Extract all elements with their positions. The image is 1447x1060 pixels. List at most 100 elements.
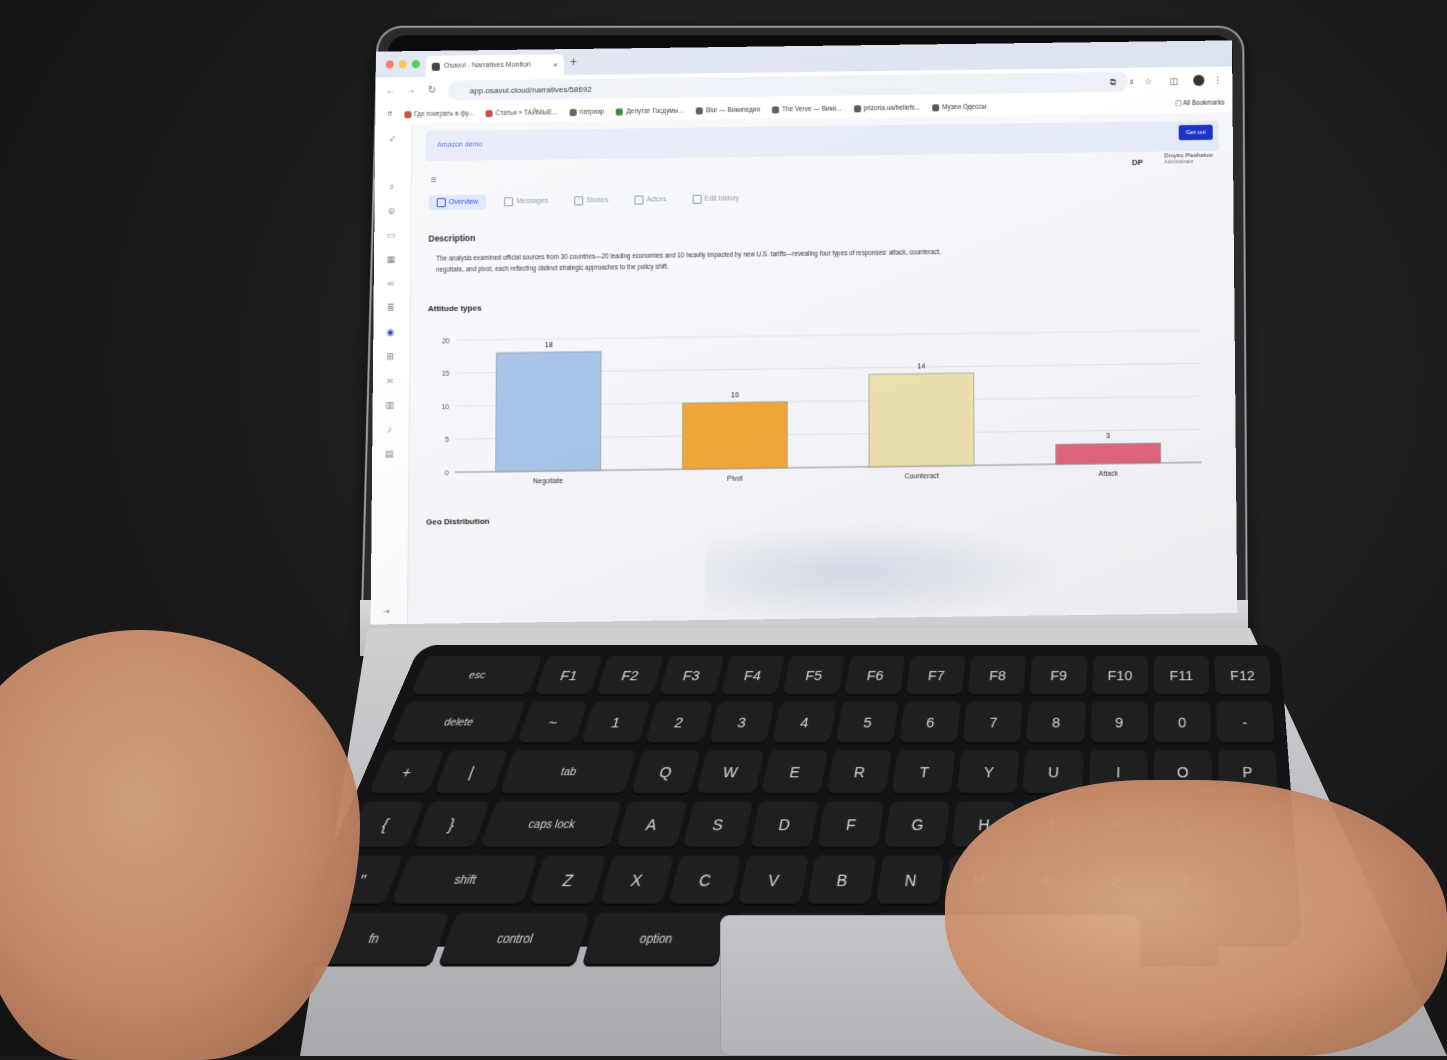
key[interactable]: } xyxy=(412,801,491,849)
filters-icon[interactable]: ≍ xyxy=(385,375,395,385)
key[interactable]: option xyxy=(581,912,729,967)
grid-icon[interactable]: ⊞ xyxy=(385,351,395,361)
key[interactable]: F5 xyxy=(781,655,846,696)
key[interactable]: E xyxy=(760,750,828,795)
browser-menu-icon[interactable]: ⋮ xyxy=(1213,76,1222,87)
key[interactable]: A xyxy=(614,801,688,849)
bookmark-star-icon[interactable]: ☆ xyxy=(1144,76,1152,87)
link-icon[interactable]: ∞ xyxy=(386,278,396,288)
key[interactable]: esc xyxy=(410,655,543,696)
bookmark-item[interactable]: Депутат Госдумы... xyxy=(616,107,684,116)
forward-arrow-icon[interactable]: → xyxy=(406,85,416,96)
key[interactable]: F xyxy=(816,801,885,849)
back-arrow-icon[interactable]: ← xyxy=(386,85,396,96)
bookmark-item[interactable]: Музеи Одессы xyxy=(932,103,986,111)
install-icon[interactable]: ⧉ xyxy=(1110,77,1117,88)
bookmark-item[interactable]: The Verve — Вики... xyxy=(771,105,842,113)
key[interactable]: F3 xyxy=(658,655,725,696)
key[interactable]: tab xyxy=(499,750,637,795)
new-tab-button[interactable]: + xyxy=(570,55,577,69)
key[interactable]: 9 xyxy=(1090,701,1148,745)
get-out-button[interactable]: Get out xyxy=(1178,124,1213,141)
key[interactable]: 1 xyxy=(580,701,651,745)
key[interactable]: caps lock xyxy=(479,801,622,849)
dashboard-icon[interactable]: ▦ xyxy=(386,254,396,264)
key[interactable]: 0 xyxy=(1153,701,1212,745)
profile-avatar[interactable] xyxy=(1193,74,1205,86)
bookmark-item[interactable]: патриар xyxy=(569,108,604,116)
zoom-icon[interactable]: ⌕ xyxy=(1129,77,1134,88)
banner-title: Amazon demo xyxy=(437,141,483,149)
tab-messages[interactable]: Messages xyxy=(496,194,556,210)
key[interactable]: | xyxy=(433,750,509,795)
key[interactable]: F10 xyxy=(1091,655,1148,696)
key[interactable]: N xyxy=(876,855,945,906)
key[interactable]: V xyxy=(737,855,809,906)
key[interactable]: F7 xyxy=(905,655,967,696)
key[interactable]: ~ xyxy=(517,701,589,745)
bar-negotiate xyxy=(496,351,601,471)
key[interactable]: F1 xyxy=(534,655,603,696)
key[interactable]: 2 xyxy=(644,701,713,745)
reports-icon[interactable]: ▤ xyxy=(384,448,394,459)
key[interactable]: delete xyxy=(389,701,526,745)
key[interactable]: B xyxy=(806,855,877,906)
database-icon[interactable]: ≣ xyxy=(386,302,396,313)
key[interactable]: 6 xyxy=(899,701,962,745)
key[interactable]: D xyxy=(749,801,819,849)
key[interactable]: Y xyxy=(957,750,1020,795)
extensions-icon[interactable]: ◫ xyxy=(1170,76,1179,87)
key[interactable]: control xyxy=(438,912,590,967)
key[interactable]: + xyxy=(368,750,445,795)
messages-icon[interactable]: ▭ xyxy=(386,229,396,240)
bookmark-item[interactable]: Где поиграть в фу... xyxy=(404,110,474,118)
narratives-icon[interactable]: ⊚ xyxy=(386,205,396,216)
tab-stories[interactable]: Stories xyxy=(566,193,616,209)
apps-grid-icon[interactable]: ⠿ xyxy=(387,110,392,118)
narratives-active-icon[interactable]: ◉ xyxy=(385,326,395,337)
key[interactable]: - xyxy=(1215,701,1275,745)
key[interactable]: T xyxy=(891,750,956,795)
key[interactable]: W xyxy=(695,750,765,795)
key[interactable]: S xyxy=(682,801,753,849)
key[interactable]: C xyxy=(667,855,742,906)
key[interactable]: Q xyxy=(629,750,701,795)
maximize-window-dot[interactable] xyxy=(411,60,420,69)
key[interactable]: Z xyxy=(529,855,607,906)
key[interactable]: F6 xyxy=(843,655,906,696)
alerts-icon[interactable]: ♪ xyxy=(384,424,394,434)
key[interactable]: 7 xyxy=(962,701,1024,745)
tab-edit-history[interactable]: Edit history xyxy=(684,191,747,207)
hamburger-menu-icon[interactable]: ≡ xyxy=(431,175,437,186)
key[interactable]: 4 xyxy=(771,701,837,745)
key[interactable]: shift xyxy=(390,855,539,906)
logout-icon[interactable]: ⇥ xyxy=(383,607,390,616)
key[interactable]: 3 xyxy=(708,701,775,745)
reload-icon[interactable]: ↻ xyxy=(428,85,436,96)
tab-overview[interactable]: Overview xyxy=(428,194,487,211)
key[interactable]: 5 xyxy=(835,701,899,745)
analytics-icon[interactable]: ▥ xyxy=(385,399,395,410)
minimize-window-dot[interactable] xyxy=(398,60,407,69)
search-icon[interactable]: ⌕ xyxy=(387,181,397,192)
bookmark-item[interactable]: prizoria.ua/beliefs... xyxy=(853,104,920,112)
close-window-dot[interactable] xyxy=(385,60,394,69)
bookmark-item[interactable]: Blur — Википедия xyxy=(695,106,760,114)
key[interactable]: G xyxy=(884,801,951,849)
user-profile[interactable]: DP Dmytro Pleshakov Administrator xyxy=(1132,153,1213,167)
tab-actors[interactable]: Actors xyxy=(626,192,674,208)
tab-close-icon[interactable]: × xyxy=(553,60,558,69)
key[interactable]: X xyxy=(598,855,674,906)
key[interactable]: F8 xyxy=(967,655,1027,696)
key[interactable]: F4 xyxy=(720,655,785,696)
key[interactable]: F9 xyxy=(1029,655,1088,696)
logo-icon[interactable]: ➶ xyxy=(387,133,397,143)
key[interactable]: F11 xyxy=(1153,655,1210,696)
bookmark-item[interactable]: Статьи » ТАЙМЫЕ... xyxy=(485,109,558,117)
key[interactable]: F2 xyxy=(596,655,664,696)
key[interactable]: F12 xyxy=(1214,655,1272,696)
key[interactable]: R xyxy=(826,750,892,795)
all-bookmarks-button[interactable]: ▢ All Bookmarks xyxy=(1175,99,1224,108)
key[interactable]: 8 xyxy=(1026,701,1086,745)
browser-tab[interactable]: Osavul - Narratives Monitori × xyxy=(425,54,564,77)
